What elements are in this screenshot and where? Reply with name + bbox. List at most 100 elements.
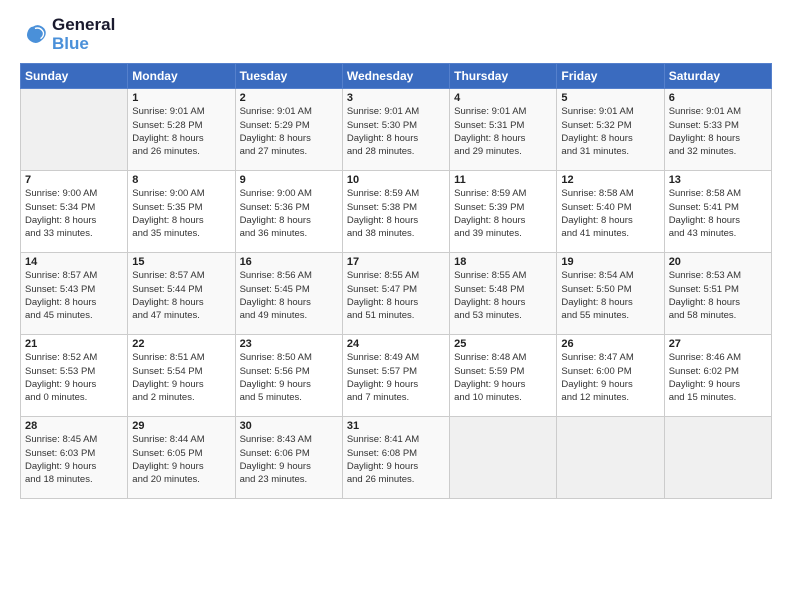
day-number: 4 (454, 92, 552, 104)
day-number: 5 (561, 92, 659, 104)
day-info: Sunrise: 8:59 AMSunset: 5:38 PMDaylight:… (347, 187, 445, 240)
day-info: Sunrise: 8:58 AMSunset: 5:40 PMDaylight:… (561, 187, 659, 240)
day-number: 6 (669, 92, 767, 104)
day-number: 28 (25, 420, 123, 432)
day-info: Sunrise: 8:57 AMSunset: 5:44 PMDaylight:… (132, 269, 230, 322)
day-info: Sunrise: 9:01 AMSunset: 5:31 PMDaylight:… (454, 105, 552, 158)
week-row-5: 28Sunrise: 8:45 AMSunset: 6:03 PMDayligh… (21, 417, 772, 499)
weekday-header-monday: Monday (128, 64, 235, 89)
weekday-header-wednesday: Wednesday (342, 64, 449, 89)
day-info: Sunrise: 8:59 AMSunset: 5:39 PMDaylight:… (454, 187, 552, 240)
calendar-cell: 9Sunrise: 9:00 AMSunset: 5:36 PMDaylight… (235, 171, 342, 253)
day-info: Sunrise: 8:45 AMSunset: 6:03 PMDaylight:… (25, 433, 123, 486)
day-number: 18 (454, 256, 552, 268)
calendar-cell: 7Sunrise: 9:00 AMSunset: 5:34 PMDaylight… (21, 171, 128, 253)
calendar-cell: 20Sunrise: 8:53 AMSunset: 5:51 PMDayligh… (664, 253, 771, 335)
day-info: Sunrise: 9:01 AMSunset: 5:28 PMDaylight:… (132, 105, 230, 158)
calendar-cell: 5Sunrise: 9:01 AMSunset: 5:32 PMDaylight… (557, 89, 664, 171)
calendar-cell: 24Sunrise: 8:49 AMSunset: 5:57 PMDayligh… (342, 335, 449, 417)
calendar-cell: 15Sunrise: 8:57 AMSunset: 5:44 PMDayligh… (128, 253, 235, 335)
day-number: 21 (25, 338, 123, 350)
day-number: 12 (561, 174, 659, 186)
day-number: 10 (347, 174, 445, 186)
calendar-cell: 11Sunrise: 8:59 AMSunset: 5:39 PMDayligh… (450, 171, 557, 253)
calendar-cell: 27Sunrise: 8:46 AMSunset: 6:02 PMDayligh… (664, 335, 771, 417)
calendar-cell: 17Sunrise: 8:55 AMSunset: 5:47 PMDayligh… (342, 253, 449, 335)
logo-icon (20, 21, 48, 49)
day-number: 13 (669, 174, 767, 186)
calendar-cell: 13Sunrise: 8:58 AMSunset: 5:41 PMDayligh… (664, 171, 771, 253)
calendar-cell: 1Sunrise: 9:01 AMSunset: 5:28 PMDaylight… (128, 89, 235, 171)
day-number: 26 (561, 338, 659, 350)
calendar-cell: 23Sunrise: 8:50 AMSunset: 5:56 PMDayligh… (235, 335, 342, 417)
day-info: Sunrise: 8:54 AMSunset: 5:50 PMDaylight:… (561, 269, 659, 322)
day-number: 17 (347, 256, 445, 268)
logo: General Blue (20, 16, 115, 53)
day-number: 1 (132, 92, 230, 104)
day-number: 25 (454, 338, 552, 350)
day-number: 23 (240, 338, 338, 350)
day-info: Sunrise: 8:58 AMSunset: 5:41 PMDaylight:… (669, 187, 767, 240)
calendar-cell: 14Sunrise: 8:57 AMSunset: 5:43 PMDayligh… (21, 253, 128, 335)
header: General Blue (20, 16, 772, 53)
calendar-cell: 25Sunrise: 8:48 AMSunset: 5:59 PMDayligh… (450, 335, 557, 417)
week-row-2: 7Sunrise: 9:00 AMSunset: 5:34 PMDaylight… (21, 171, 772, 253)
calendar-cell: 2Sunrise: 9:01 AMSunset: 5:29 PMDaylight… (235, 89, 342, 171)
day-number: 30 (240, 420, 338, 432)
calendar-cell: 12Sunrise: 8:58 AMSunset: 5:40 PMDayligh… (557, 171, 664, 253)
day-info: Sunrise: 8:52 AMSunset: 5:53 PMDaylight:… (25, 351, 123, 404)
day-info: Sunrise: 8:55 AMSunset: 5:47 PMDaylight:… (347, 269, 445, 322)
day-number: 14 (25, 256, 123, 268)
day-info: Sunrise: 8:43 AMSunset: 6:06 PMDaylight:… (240, 433, 338, 486)
day-number: 19 (561, 256, 659, 268)
calendar: SundayMondayTuesdayWednesdayThursdayFrid… (20, 63, 772, 499)
calendar-cell (21, 89, 128, 171)
day-info: Sunrise: 9:00 AMSunset: 5:36 PMDaylight:… (240, 187, 338, 240)
day-info: Sunrise: 9:01 AMSunset: 5:30 PMDaylight:… (347, 105, 445, 158)
day-info: Sunrise: 9:01 AMSunset: 5:33 PMDaylight:… (669, 105, 767, 158)
day-info: Sunrise: 9:01 AMSunset: 5:29 PMDaylight:… (240, 105, 338, 158)
day-info: Sunrise: 8:48 AMSunset: 5:59 PMDaylight:… (454, 351, 552, 404)
day-info: Sunrise: 9:00 AMSunset: 5:35 PMDaylight:… (132, 187, 230, 240)
calendar-cell: 30Sunrise: 8:43 AMSunset: 6:06 PMDayligh… (235, 417, 342, 499)
day-number: 22 (132, 338, 230, 350)
day-info: Sunrise: 8:53 AMSunset: 5:51 PMDaylight:… (669, 269, 767, 322)
page: General Blue SundayMondayTuesdayWednesda… (0, 0, 792, 612)
calendar-cell: 21Sunrise: 8:52 AMSunset: 5:53 PMDayligh… (21, 335, 128, 417)
calendar-cell: 10Sunrise: 8:59 AMSunset: 5:38 PMDayligh… (342, 171, 449, 253)
week-row-4: 21Sunrise: 8:52 AMSunset: 5:53 PMDayligh… (21, 335, 772, 417)
calendar-cell: 4Sunrise: 9:01 AMSunset: 5:31 PMDaylight… (450, 89, 557, 171)
logo-text: General Blue (52, 16, 115, 53)
day-info: Sunrise: 8:41 AMSunset: 6:08 PMDaylight:… (347, 433, 445, 486)
day-number: 15 (132, 256, 230, 268)
weekday-header-sunday: Sunday (21, 64, 128, 89)
day-number: 2 (240, 92, 338, 104)
day-info: Sunrise: 9:00 AMSunset: 5:34 PMDaylight:… (25, 187, 123, 240)
day-number: 24 (347, 338, 445, 350)
weekday-header-saturday: Saturday (664, 64, 771, 89)
day-number: 9 (240, 174, 338, 186)
day-info: Sunrise: 8:46 AMSunset: 6:02 PMDaylight:… (669, 351, 767, 404)
calendar-cell: 28Sunrise: 8:45 AMSunset: 6:03 PMDayligh… (21, 417, 128, 499)
day-info: Sunrise: 8:57 AMSunset: 5:43 PMDaylight:… (25, 269, 123, 322)
day-number: 16 (240, 256, 338, 268)
weekday-header-friday: Friday (557, 64, 664, 89)
calendar-cell: 29Sunrise: 8:44 AMSunset: 6:05 PMDayligh… (128, 417, 235, 499)
day-number: 20 (669, 256, 767, 268)
day-number: 29 (132, 420, 230, 432)
day-number: 7 (25, 174, 123, 186)
calendar-cell (557, 417, 664, 499)
day-info: Sunrise: 8:50 AMSunset: 5:56 PMDaylight:… (240, 351, 338, 404)
calendar-cell (450, 417, 557, 499)
calendar-cell: 26Sunrise: 8:47 AMSunset: 6:00 PMDayligh… (557, 335, 664, 417)
day-number: 27 (669, 338, 767, 350)
day-info: Sunrise: 8:55 AMSunset: 5:48 PMDaylight:… (454, 269, 552, 322)
calendar-cell: 22Sunrise: 8:51 AMSunset: 5:54 PMDayligh… (128, 335, 235, 417)
calendar-cell: 16Sunrise: 8:56 AMSunset: 5:45 PMDayligh… (235, 253, 342, 335)
calendar-cell: 31Sunrise: 8:41 AMSunset: 6:08 PMDayligh… (342, 417, 449, 499)
day-number: 3 (347, 92, 445, 104)
week-row-1: 1Sunrise: 9:01 AMSunset: 5:28 PMDaylight… (21, 89, 772, 171)
calendar-cell: 8Sunrise: 9:00 AMSunset: 5:35 PMDaylight… (128, 171, 235, 253)
calendar-cell: 3Sunrise: 9:01 AMSunset: 5:30 PMDaylight… (342, 89, 449, 171)
day-info: Sunrise: 8:44 AMSunset: 6:05 PMDaylight:… (132, 433, 230, 486)
